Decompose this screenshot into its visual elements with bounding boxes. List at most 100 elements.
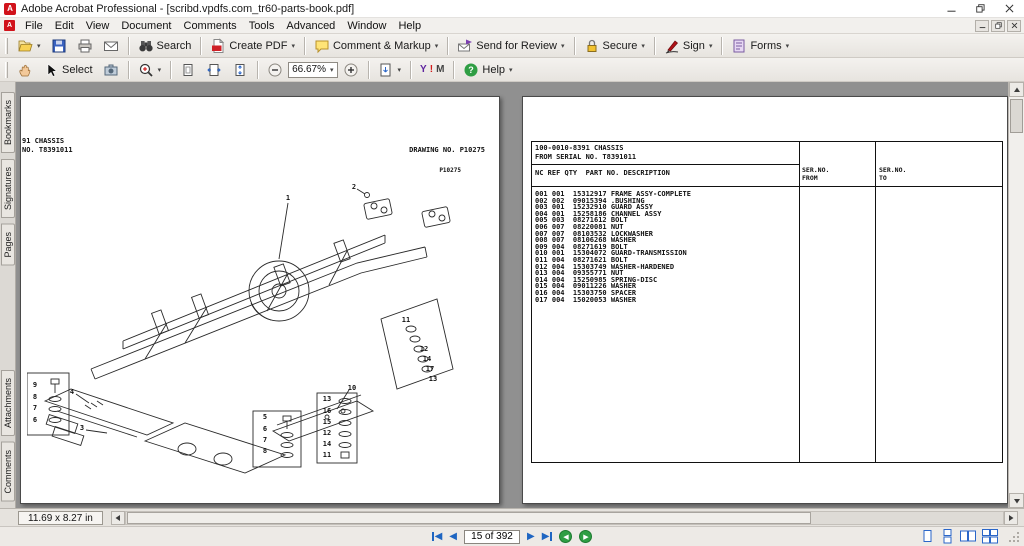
ym-icon-exclaim: !: [430, 64, 433, 75]
single-page-layout-button[interactable]: [919, 529, 935, 544]
title-bar: A Adobe Acrobat Professional - [scribd.v…: [0, 0, 1024, 18]
document-area[interactable]: 91 CHASSIS NO. T8391011 DRAWING NO. P102…: [16, 82, 1008, 508]
menu-window[interactable]: Window: [341, 20, 392, 32]
window-resize-grip[interactable]: [1007, 530, 1020, 543]
column-header-serno-to: SER.NO. TO: [879, 167, 906, 182]
page-display-dropdown-arrow[interactable]: ▾: [398, 66, 402, 74]
doc-restore-button[interactable]: [991, 20, 1005, 32]
menu-view[interactable]: View: [80, 20, 116, 32]
facing-pages-icon: [959, 529, 977, 544]
sidebar-tab-bookmarks[interactable]: Bookmarks: [1, 92, 15, 153]
pdf-page-right[interactable]: 100-0010-8391 CHASSIS FROM SERIAL NO. T8…: [522, 96, 1008, 504]
horizontal-scroll-thumb[interactable]: [127, 512, 811, 524]
sidebar-tab-pages[interactable]: Pages: [1, 224, 15, 266]
zoom-in-button[interactable]: [338, 60, 364, 80]
sidebar-tab-attachments[interactable]: Attachments: [1, 370, 15, 436]
last-page-button[interactable]: ▶: [542, 531, 553, 542]
sign-button[interactable]: Sign ▾: [659, 36, 718, 56]
horizontal-scrollbar[interactable]: [111, 511, 1018, 525]
open-dropdown-arrow[interactable]: ▾: [37, 42, 41, 50]
navigation-tabstrip: Bookmarks Signatures Pages Attachments Comm…: [0, 82, 16, 508]
doc-minimize-button[interactable]: [975, 20, 989, 32]
menu-file[interactable]: File: [19, 20, 49, 32]
menu-bar: A FileEditViewDocumentCommentsToolsAdvan…: [0, 18, 1024, 34]
zoom-out-button[interactable]: [262, 60, 288, 80]
scroll-left-button[interactable]: [111, 511, 125, 525]
menu-help[interactable]: Help: [392, 20, 427, 32]
zoom-tool-button[interactable]: ▾: [133, 60, 167, 80]
scroll-down-button[interactable]: [1009, 493, 1024, 508]
menu-comments[interactable]: Comments: [178, 20, 243, 32]
menu-document[interactable]: Document: [115, 20, 177, 32]
sidebar-tab-signatures[interactable]: Signatures: [1, 159, 15, 218]
vertical-scroll-thumb[interactable]: [1010, 99, 1023, 133]
toolbar-separator: [304, 37, 305, 55]
facing-layout-button[interactable]: [959, 529, 977, 544]
continuous-facing-layout-button[interactable]: [981, 529, 999, 544]
help-button[interactable]: ? Help ▾: [458, 60, 517, 80]
next-view-button[interactable]: ▶: [579, 530, 592, 543]
send-review-icon: [457, 38, 473, 54]
scroll-right-button[interactable]: [1004, 511, 1018, 525]
menu-advanced[interactable]: Advanced: [280, 20, 341, 32]
toolbar-grip[interactable]: [5, 38, 8, 54]
continuous-page-icon: [939, 529, 955, 544]
toolbar-grip[interactable]: [5, 62, 8, 78]
page-display-button[interactable]: ▾: [373, 60, 407, 80]
horizontal-scroll-track[interactable]: [125, 511, 1004, 525]
drawing-number: DRAWING NO. P10275: [409, 146, 485, 155]
minimize-button[interactable]: [937, 0, 966, 17]
previous-view-button[interactable]: ◀: [559, 530, 572, 543]
print-button[interactable]: [72, 36, 98, 56]
secure-dropdown-arrow[interactable]: ▾: [641, 42, 645, 50]
page-number-field[interactable]: [464, 530, 520, 544]
previous-page-button[interactable]: ◀: [449, 531, 457, 542]
toolbar-separator: [257, 61, 258, 79]
vertical-scroll-track[interactable]: [1009, 97, 1024, 493]
hand-tool-button[interactable]: [12, 60, 38, 80]
restore-button[interactable]: [966, 0, 995, 17]
comment-markup-dropdown-arrow[interactable]: ▾: [435, 42, 439, 50]
forms-dropdown-arrow[interactable]: ▾: [786, 42, 790, 50]
send-for-review-button[interactable]: Send for Review ▾: [452, 36, 569, 56]
doc-close-button[interactable]: [1007, 20, 1021, 32]
zoom-level-dropdown-arrow[interactable]: ▾: [330, 66, 334, 74]
zoom-level-combo[interactable]: 66.67% ▾: [288, 62, 337, 78]
fit-page-button[interactable]: [227, 60, 253, 80]
open-button[interactable]: ▾: [12, 36, 46, 56]
pdf-page-left[interactable]: 91 CHASSIS NO. T8391011 DRAWING NO. P102…: [20, 96, 500, 504]
help-dropdown-arrow[interactable]: ▾: [509, 66, 513, 74]
zoom-tool-dropdown-arrow[interactable]: ▾: [158, 66, 162, 74]
snapshot-tool-button[interactable]: [98, 60, 124, 80]
save-floppy-icon: [51, 38, 67, 54]
next-page-button[interactable]: ▶: [527, 531, 535, 542]
content-area: Bookmarks Signatures Pages Attachments Comm…: [0, 82, 1024, 508]
fit-width-button[interactable]: [201, 60, 227, 80]
zoom-level-value: 66.67%: [292, 64, 326, 75]
forms-button[interactable]: Forms ▾: [726, 36, 794, 56]
email-button[interactable]: [98, 36, 124, 56]
secure-button[interactable]: Secure ▾: [579, 36, 650, 56]
vertical-scrollbar[interactable]: [1008, 82, 1024, 508]
close-button[interactable]: [995, 0, 1024, 17]
save-button[interactable]: [46, 36, 72, 56]
create-pdf-button[interactable]: Create PDF ▾: [205, 36, 300, 56]
scroll-up-button[interactable]: [1009, 82, 1024, 97]
sidebar-tab-comments[interactable]: Comments: [1, 442, 15, 502]
send-for-review-dropdown-arrow[interactable]: ▾: [561, 42, 565, 50]
yahoo-messenger-button[interactable]: Y!M: [415, 60, 449, 80]
create-pdf-dropdown-arrow[interactable]: ▾: [291, 42, 295, 50]
file-toolbar: ▾ Search Create PDF ▾ Comment & Markup ▾…: [0, 34, 1024, 58]
search-button[interactable]: Search: [133, 36, 197, 56]
callout-8: 8: [33, 393, 37, 401]
continuous-layout-button[interactable]: [939, 529, 955, 544]
last-page-icon: [550, 532, 552, 541]
first-page-button[interactable]: ◀: [432, 531, 443, 542]
select-tool-button[interactable]: Select: [38, 60, 98, 80]
sign-dropdown-arrow[interactable]: ▾: [709, 42, 713, 50]
actual-size-button[interactable]: [175, 60, 201, 80]
menu-edit[interactable]: Edit: [49, 20, 80, 32]
padlock-icon: [584, 38, 600, 54]
menu-tools[interactable]: Tools: [243, 20, 281, 32]
comment-markup-button[interactable]: Comment & Markup ▾: [309, 36, 443, 56]
